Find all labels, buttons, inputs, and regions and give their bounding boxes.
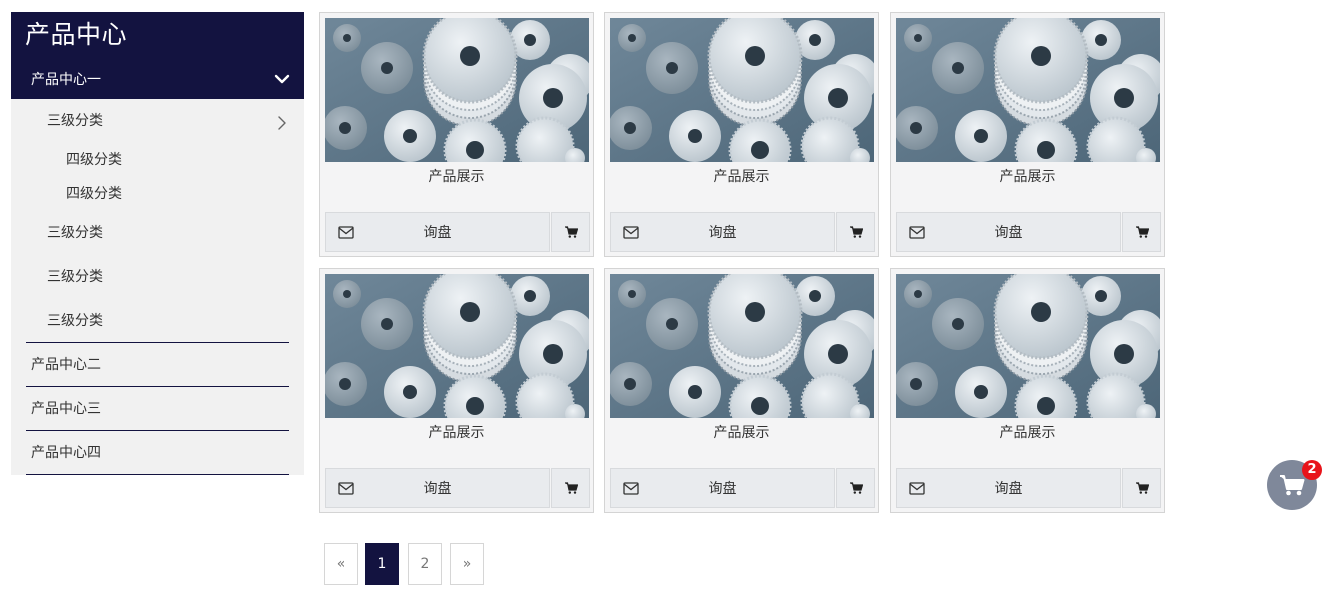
cart-count-badge: 2	[1302, 460, 1322, 480]
subcategory-level4-1[interactable]: 四级分类	[66, 150, 122, 170]
product-card: 产品展示 询盘	[890, 12, 1165, 257]
product-image[interactable]	[610, 274, 874, 418]
cart-icon	[565, 482, 578, 494]
product-card: 产品展示 询盘	[319, 12, 594, 257]
product-image[interactable]	[325, 274, 589, 418]
inquire-button[interactable]: 询盘	[325, 468, 550, 508]
chevron-right-icon[interactable]	[276, 115, 288, 131]
product-card: 产品展示 询盘	[604, 268, 879, 513]
subcategory-level3-expanded[interactable]: 三级分类	[47, 111, 103, 131]
add-to-cart-button[interactable]	[1122, 468, 1161, 508]
inquire-button[interactable]: 询盘	[896, 468, 1121, 508]
product-image[interactable]	[325, 18, 589, 162]
add-to-cart-button[interactable]	[551, 212, 590, 252]
product-card: 产品展示 询盘	[319, 268, 594, 513]
product-image[interactable]	[896, 18, 1160, 162]
subcategory-level4-2[interactable]: 四级分类	[66, 184, 122, 204]
inquire-button[interactable]: 询盘	[610, 468, 835, 508]
category-product-center-3[interactable]: 产品中心三	[26, 387, 289, 431]
cart-icon	[1280, 475, 1305, 496]
cart-icon	[1136, 226, 1149, 238]
product-image[interactable]	[896, 274, 1160, 418]
category-sidebar: 产品中心 产品中心一 三级分类 四级分类 四级分类 三级分类 三级分类 三级分类…	[11, 12, 304, 475]
product-image[interactable]	[610, 18, 874, 162]
category-label: 产品中心一	[31, 72, 101, 88]
category-product-center-2[interactable]: 产品中心二	[26, 343, 289, 387]
add-to-cart-button[interactable]	[1122, 212, 1161, 252]
inquire-label: 询盘	[708, 225, 737, 241]
category-label: 产品中心四	[31, 445, 101, 461]
sidebar-title: 产品中心	[25, 20, 128, 49]
cart-icon	[565, 226, 578, 238]
pagination-next[interactable]: »	[450, 543, 484, 585]
category-product-center-1[interactable]: 产品中心一	[11, 61, 304, 99]
category-label: 产品中心三	[31, 401, 101, 417]
product-title[interactable]: 产品展示	[605, 424, 878, 442]
cart-icon	[1136, 482, 1149, 494]
cart-icon	[850, 226, 863, 238]
product-card: 产品展示 询盘	[890, 268, 1165, 513]
product-title[interactable]: 产品展示	[320, 168, 593, 186]
inquire-label: 询盘	[994, 481, 1023, 497]
inquire-label: 询盘	[994, 225, 1023, 241]
product-card: 产品展示 询盘	[604, 12, 879, 257]
cart-icon	[850, 482, 863, 494]
inquire-label: 询盘	[423, 225, 452, 241]
inquire-button[interactable]: 询盘	[896, 212, 1121, 252]
subcategory-level3-3[interactable]: 三级分类	[47, 267, 103, 287]
pagination-prev[interactable]: «	[324, 543, 358, 585]
inquire-label: 询盘	[708, 481, 737, 497]
chevron-down-icon	[274, 74, 290, 84]
product-title[interactable]: 产品展示	[320, 424, 593, 442]
add-to-cart-button[interactable]	[836, 212, 875, 252]
inquire-button[interactable]: 询盘	[325, 212, 550, 252]
pagination-page-2[interactable]: 2	[408, 543, 442, 585]
add-to-cart-button[interactable]	[551, 468, 590, 508]
pagination-page-1[interactable]: 1	[365, 543, 399, 585]
category-label: 产品中心二	[31, 357, 101, 373]
inquire-button[interactable]: 询盘	[610, 212, 835, 252]
subcategory-level3-4[interactable]: 三级分类	[47, 311, 103, 331]
product-title[interactable]: 产品展示	[605, 168, 878, 186]
inquire-label: 询盘	[423, 481, 452, 497]
product-title[interactable]: 产品展示	[891, 424, 1164, 442]
category-product-center-4[interactable]: 产品中心四	[26, 431, 289, 475]
add-to-cart-button[interactable]	[836, 468, 875, 508]
product-title[interactable]: 产品展示	[891, 168, 1164, 186]
subcategory-level3-2[interactable]: 三级分类	[47, 223, 103, 243]
